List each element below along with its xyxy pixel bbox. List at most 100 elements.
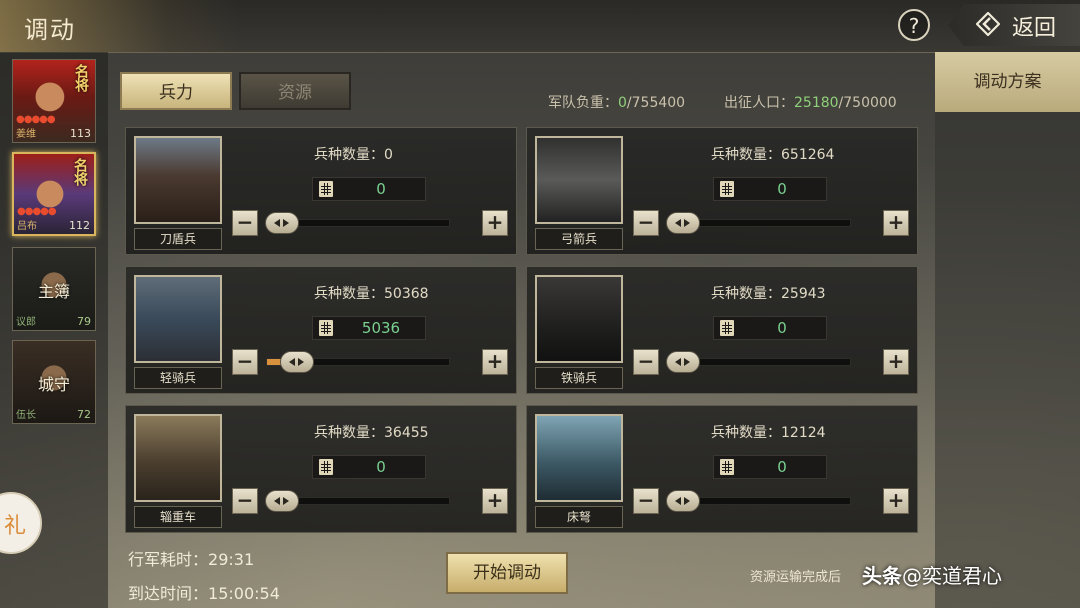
- calculator-icon[interactable]: [720, 320, 734, 336]
- decrease-button[interactable]: −: [232, 349, 258, 375]
- increase-button[interactable]: +: [883, 210, 909, 236]
- back-button[interactable]: 返回: [948, 4, 1080, 46]
- unit-card: 刀盾兵 兵种数量：0 0 − +: [125, 127, 517, 255]
- increase-button[interactable]: +: [883, 488, 909, 514]
- slider-handle[interactable]: [666, 351, 700, 373]
- increase-button[interactable]: +: [482, 210, 508, 236]
- army-load-label: 军队负重：: [548, 95, 618, 111]
- unit-name: 铁骑兵: [535, 367, 623, 389]
- unit-portrait: [535, 136, 623, 224]
- officer-role: 主簿: [37, 282, 70, 301]
- unit-amount-input[interactable]: 0: [713, 455, 827, 479]
- decrease-button[interactable]: −: [633, 210, 659, 236]
- slider-handle[interactable]: [265, 212, 299, 234]
- unit-card: 床弩 兵种数量：12124 0 − +: [526, 405, 918, 533]
- decrease-button[interactable]: −: [232, 210, 258, 236]
- unit-count-label: 兵种数量：: [314, 425, 384, 441]
- arrival-time-line: 到达时间：15:00:54: [128, 580, 280, 604]
- unit-name: 辎重车: [134, 506, 222, 528]
- hero-badge: 名将: [72, 158, 88, 186]
- unit-amount-value: 0: [376, 180, 386, 198]
- unit-count-value: 651264: [781, 147, 835, 163]
- increase-button[interactable]: +: [482, 488, 508, 514]
- slider-handle[interactable]: [265, 490, 299, 512]
- decrease-button[interactable]: −: [633, 488, 659, 514]
- tab-dispatch-plan[interactable]: 调动方案: [935, 52, 1080, 112]
- back-label: 返回: [1012, 16, 1057, 41]
- unit-count-line: 兵种数量：12124: [711, 422, 826, 442]
- tab-troops[interactable]: 兵力: [120, 72, 232, 110]
- unit-amount-input[interactable]: 5036: [312, 316, 426, 340]
- gift-glyph: 礼: [4, 514, 27, 539]
- unit-count-value: 36455: [384, 425, 429, 441]
- unit-portrait: [134, 136, 222, 224]
- unit-amount-value: 5036: [361, 319, 401, 337]
- calculator-icon[interactable]: [720, 181, 734, 197]
- slider-handle[interactable]: [666, 490, 700, 512]
- unit-amount-value: 0: [777, 458, 787, 476]
- unit-count-line: 兵种数量：0: [314, 144, 393, 164]
- army-load-max: /755400: [626, 95, 686, 111]
- unit-count-line: 兵种数量：651264: [711, 144, 834, 164]
- unit-amount-slider[interactable]: [265, 490, 450, 512]
- watermark-brand: 头条: [862, 564, 902, 588]
- unit-name: 弓箭兵: [535, 228, 623, 250]
- help-button[interactable]: ?: [898, 9, 930, 41]
- hero-card-jiangwei[interactable]: 名将 ●●●●● 姜维 113: [12, 59, 96, 143]
- back-arrow-icon: [976, 12, 1000, 36]
- tab-resources[interactable]: 资源: [239, 72, 351, 110]
- officer-card-zhubu[interactable]: 主簿 议郎 79: [12, 247, 96, 331]
- calculator-icon[interactable]: [319, 320, 333, 336]
- watermark-handle: @奕道君心: [902, 564, 1002, 588]
- calculator-icon[interactable]: [319, 459, 333, 475]
- slider-handle[interactable]: [666, 212, 700, 234]
- army-load-current: 0: [618, 95, 627, 111]
- officer-title: 伍长: [16, 410, 36, 421]
- unit-amount-value: 0: [777, 319, 787, 337]
- unit-amount-input[interactable]: 0: [713, 316, 827, 340]
- unit-portrait: [134, 414, 222, 502]
- unit-count-label: 兵种数量：: [314, 147, 384, 163]
- population-stat: 出征人口：25180/750000: [724, 92, 897, 112]
- march-time-label: 行军耗时：: [128, 550, 209, 569]
- hero-card-lvbu[interactable]: 名将 ●●●●● 吕布 112: [12, 152, 96, 236]
- officer-level: 72: [77, 408, 91, 421]
- increase-button[interactable]: +: [482, 349, 508, 375]
- unit-count-value: 12124: [781, 425, 826, 441]
- calculator-icon[interactable]: [720, 459, 734, 475]
- unit-amount-value: 0: [777, 180, 787, 198]
- unit-portrait: [535, 275, 623, 363]
- population-current: 25180: [794, 95, 839, 111]
- unit-amount-slider[interactable]: [666, 212, 851, 234]
- unit-count-line: 兵种数量：36455: [314, 422, 429, 442]
- unit-amount-input[interactable]: 0: [713, 177, 827, 201]
- decrease-button[interactable]: −: [633, 349, 659, 375]
- unit-portrait: [134, 275, 222, 363]
- slider-handle[interactable]: [280, 351, 314, 373]
- unit-amount-input[interactable]: 0: [312, 455, 426, 479]
- unit-amount-value: 0: [376, 458, 386, 476]
- population-max: /750000: [838, 95, 897, 111]
- start-dispatch-button[interactable]: 开始调动: [446, 552, 568, 594]
- unit-amount-slider[interactable]: [666, 490, 851, 512]
- decrease-button[interactable]: −: [232, 488, 258, 514]
- officer-role: 城守: [37, 375, 70, 394]
- watermark: 头条@奕道君心: [862, 560, 1002, 589]
- unit-name: 刀盾兵: [134, 228, 222, 250]
- unit-count-label: 兵种数量：: [711, 147, 781, 163]
- unit-card: 轻骑兵 兵种数量：50368 5036 − +: [125, 266, 517, 394]
- increase-button[interactable]: +: [883, 349, 909, 375]
- officer-title: 议郎: [16, 317, 36, 328]
- unit-count-value: 25943: [781, 286, 826, 302]
- population-label: 出征人口：: [724, 95, 794, 111]
- unit-amount-slider[interactable]: [265, 212, 450, 234]
- unit-count-line: 兵种数量：25943: [711, 283, 826, 303]
- officer-card-chengshou[interactable]: 城守 伍长 72: [12, 340, 96, 424]
- unit-count-value: 0: [384, 147, 393, 163]
- unit-amount-input[interactable]: 0: [312, 177, 426, 201]
- unit-count-label: 兵种数量：: [711, 425, 781, 441]
- unit-amount-slider[interactable]: [266, 351, 450, 373]
- unit-amount-slider[interactable]: [666, 351, 851, 373]
- page-title: 调动: [24, 16, 76, 44]
- calculator-icon[interactable]: [319, 181, 333, 197]
